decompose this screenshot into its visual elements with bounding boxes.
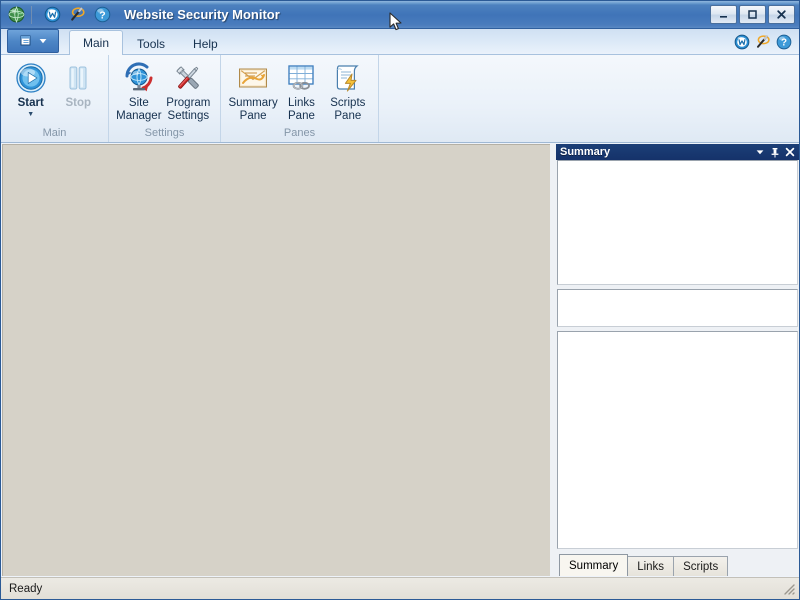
site-globe-icon[interactable]: [42, 5, 62, 25]
play-icon: [15, 62, 47, 94]
links-pane-icon: [285, 62, 317, 94]
program-settings-button[interactable]: Program Settings: [163, 59, 214, 123]
dock-tab-links[interactable]: Links: [627, 556, 675, 576]
summary-list-pane[interactable]: [557, 160, 798, 285]
tab-main-label: Main: [83, 36, 110, 50]
dock-tab-links-label: Links: [637, 560, 665, 573]
ribbon-empty-area: [379, 55, 799, 142]
site-globe-icon[interactable]: [733, 33, 751, 51]
start-button[interactable]: Start ▼: [7, 59, 55, 118]
tab-help-label: Help: [193, 36, 218, 51]
scripts-pane-button[interactable]: Scripts Pane: [324, 59, 372, 123]
dock-tab-bar: Summary Links Scripts: [556, 552, 799, 576]
start-dropdown-caret-icon[interactable]: ▼: [27, 111, 34, 118]
help-icon[interactable]: ?: [775, 33, 793, 51]
ribbon-group-settings-label: Settings: [144, 127, 185, 139]
dock-tab-scripts-label: Scripts: [683, 560, 719, 573]
links-pane-button-label: Links Pane: [288, 97, 315, 122]
title-bar-separator: [31, 5, 32, 24]
summary-dock-panel: Summary Summary Links Scripts: [556, 144, 799, 576]
ribbon-toolbar: Start ▼ Stop Main Site Manager Program S…: [1, 55, 799, 143]
summary-pane-button[interactable]: Summary Pane: [227, 59, 279, 123]
scripts-pane-icon: [332, 62, 364, 94]
pause-icon: [62, 62, 94, 94]
site-manager-button[interactable]: Site Manager: [115, 59, 163, 123]
ribbon-corner-icons: ?: [733, 33, 793, 51]
resize-grip[interactable]: [781, 581, 797, 597]
minimize-button[interactable]: [710, 5, 737, 24]
summary-pane-button-label: Summary Pane: [228, 97, 278, 122]
dock-tab-summary[interactable]: Summary: [559, 554, 629, 576]
summary-detail-pane[interactable]: [557, 289, 798, 327]
pin-icon[interactable]: [767, 145, 782, 159]
dock-tab-scripts[interactable]: Scripts: [673, 556, 729, 576]
summary-log-pane[interactable]: [557, 331, 798, 549]
tab-tools[interactable]: Tools: [123, 32, 179, 54]
stop-button-label: Stop: [65, 97, 92, 109]
ribbon-tab-strip: Main Tools Help ?: [1, 29, 799, 55]
status-message: Ready: [9, 582, 43, 595]
site-manager-icon: [123, 62, 155, 94]
window-controls: [708, 5, 795, 24]
help-icon[interactable]: ?: [92, 5, 112, 25]
dock-panel-header: Summary: [556, 144, 799, 160]
svg-text:?: ?: [781, 38, 787, 49]
wand-icon[interactable]: [67, 5, 87, 25]
program-settings-button-label: Program Settings: [166, 97, 211, 122]
application-menu-button[interactable]: [7, 29, 59, 53]
svg-text:?: ?: [99, 9, 105, 21]
summary-pane-icon: [237, 62, 269, 94]
program-settings-icon: [172, 62, 204, 94]
ribbon-group-panes-label: Panes: [283, 127, 316, 139]
window-title: Website Security Monitor: [124, 7, 280, 22]
links-pane-button[interactable]: Links Pane: [279, 59, 323, 123]
dock-tab-summary-label: Summary: [569, 559, 619, 572]
maximize-button[interactable]: [739, 5, 766, 24]
tab-help[interactable]: Help: [179, 32, 232, 54]
scripts-pane-button-label: Scripts Pane: [330, 97, 366, 122]
title-bar: ? Website Security Monitor: [1, 1, 799, 29]
status-bar: Ready: [1, 577, 799, 599]
main-workspace[interactable]: [2, 144, 550, 576]
site-manager-button-label: Site Manager: [116, 97, 162, 122]
dock-panel-title: Summary: [560, 146, 611, 158]
ribbon-group-panes: Summary Pane Links Pane Scripts Pane Pan…: [221, 55, 379, 142]
tab-main[interactable]: Main: [69, 30, 124, 55]
ribbon-group-main-label: Main: [42, 127, 67, 139]
start-button-label: Start: [17, 97, 44, 109]
globe-icon[interactable]: [6, 5, 26, 25]
stop-button[interactable]: Stop: [55, 59, 103, 110]
pane-menu-icon[interactable]: [752, 145, 767, 159]
close-icon[interactable]: [782, 145, 797, 159]
close-button[interactable]: [768, 5, 795, 24]
ribbon-group-settings: Site Manager Program Settings Settings: [109, 55, 221, 142]
wand-icon[interactable]: [754, 33, 772, 51]
application-window: ? Website Security Monitor Main Tools He…: [0, 0, 800, 600]
ribbon-group-main: Start ▼ Stop Main: [1, 55, 109, 142]
tab-tools-label: Tools: [137, 36, 166, 51]
